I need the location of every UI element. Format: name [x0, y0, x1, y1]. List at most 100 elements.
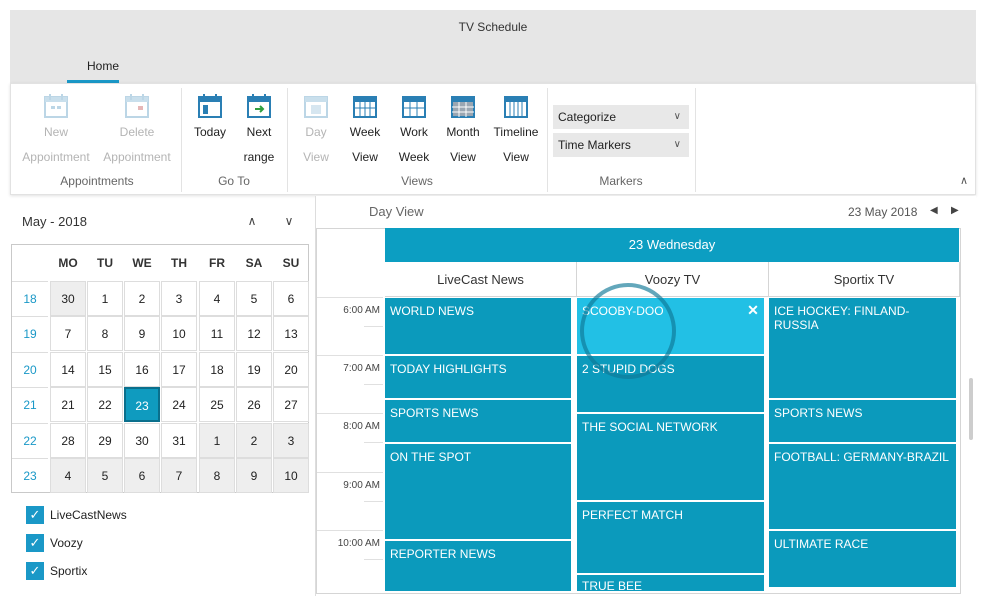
arrow-left-icon[interactable]: ◀ [930, 205, 938, 216]
day-view-button[interactable]: Day View [296, 92, 336, 170]
next-range-button[interactable]: Next range [237, 92, 281, 170]
calendar-day[interactable]: 30 [50, 281, 86, 316]
week-number: 20 [12, 352, 48, 387]
calendar-day[interactable]: 1 [87, 281, 123, 316]
calendar-day[interactable]: 11 [199, 316, 235, 351]
week-view-button[interactable]: Week View [344, 92, 386, 170]
calendar-day[interactable]: 12 [236, 316, 272, 351]
calendar-day[interactable]: 8 [199, 458, 235, 493]
calendar-day[interactable]: 4 [50, 458, 86, 493]
calendar-day[interactable]: 19 [236, 352, 272, 387]
calendar-today-icon [198, 94, 222, 118]
program-appointment[interactable]: THE SOCIAL NETWORK [577, 414, 766, 502]
calendar-day[interactable]: 21 [50, 387, 86, 422]
calendar-day[interactable]: 2 [236, 423, 272, 458]
calendar-day[interactable]: 6 [124, 458, 160, 493]
time-label: 7:00 AM [343, 363, 380, 374]
calendar-day[interactable]: 2 [124, 281, 160, 316]
checkbox-voozy[interactable]: ✓ [26, 534, 44, 552]
calendar-day-selected[interactable]: 23 [124, 387, 160, 422]
new-appointment-label-2: Appointment [22, 150, 90, 164]
calendar-day[interactable]: 9 [236, 458, 272, 493]
calendar-day[interactable]: 31 [161, 423, 197, 458]
calendar-day[interactable]: 18 [199, 352, 235, 387]
month-view-label-1: Month [446, 125, 480, 139]
window-title: TV Schedule [458, 20, 528, 34]
calendar-month-title[interactable]: May - 2018 [22, 214, 142, 229]
calendar-day[interactable]: 24 [161, 387, 197, 422]
program-appointment[interactable]: SPORTS NEWS [769, 400, 958, 444]
calendar-day[interactable]: 4 [199, 281, 235, 316]
program-appointment[interactable]: TODAY HIGHLIGHTS [385, 356, 573, 400]
calendar-day[interactable]: 8 [87, 316, 123, 351]
calendar-day[interactable]: 10 [273, 458, 309, 493]
hour-line [317, 355, 383, 356]
chevron-up-icon[interactable]: ∧ [244, 214, 260, 228]
program-appointment[interactable]: PERFECT MATCH [577, 502, 766, 575]
calendar-day[interactable]: 17 [161, 352, 197, 387]
calendar-day[interactable]: 20 [273, 352, 309, 387]
filter-label-livecastnews: LiveCastNews [50, 508, 127, 522]
half-hour-line [364, 384, 383, 385]
calendar-day[interactable]: 16 [124, 352, 160, 387]
delete-appointment-button[interactable]: Delete Appointment [100, 92, 174, 170]
calendar-day[interactable]: 30 [124, 423, 160, 458]
categorize-dropdown[interactable]: Categorize ∨ [553, 105, 689, 129]
calendar-day[interactable]: 29 [87, 423, 123, 458]
checkbox-sportix[interactable]: ✓ [26, 562, 44, 580]
time-markers-dropdown[interactable]: Time Markers ∨ [553, 133, 689, 157]
calendar-day[interactable]: 22 [87, 387, 123, 422]
work-week-button[interactable]: Work Week [393, 92, 435, 170]
calendar-day[interactable]: 26 [236, 387, 272, 422]
calendar-day[interactable]: 7 [161, 458, 197, 493]
calendar-day[interactable]: 9 [124, 316, 160, 351]
day-view-label-1: Day [305, 125, 327, 139]
time-label: 6:00 AM [343, 305, 380, 316]
calendar-day[interactable]: 5 [87, 458, 123, 493]
calendar-day[interactable]: 10 [161, 316, 197, 351]
timeline-view-button[interactable]: Timeline View [491, 92, 541, 170]
calendar-day[interactable]: 27 [273, 387, 309, 422]
calendar-day[interactable]: 25 [199, 387, 235, 422]
close-icon[interactable]: ✕ [746, 302, 760, 319]
program-appointment[interactable]: ON THE SPOT [385, 444, 573, 541]
hour-line [317, 297, 383, 298]
channel-header[interactable]: LiveCast News [385, 262, 577, 297]
week-number: 22 [12, 423, 48, 458]
hour-line [317, 530, 383, 531]
calendar-day[interactable]: 1 [199, 423, 235, 458]
calendar-day[interactable]: 3 [161, 281, 197, 316]
arrow-right-icon[interactable]: ▶ [951, 205, 959, 216]
calendar-day[interactable]: 3 [273, 423, 309, 458]
program-appointment[interactable]: WORLD NEWS [385, 298, 573, 356]
calendar-week-icon [353, 96, 377, 118]
program-appointment[interactable]: ULTIMATE RACE [769, 531, 958, 589]
hour-line [317, 413, 383, 414]
vertical-scrollbar[interactable] [969, 378, 973, 440]
calendar-day[interactable]: 7 [50, 316, 86, 351]
calendar-day[interactable]: 5 [236, 281, 272, 316]
program-appointment[interactable]: REPORTER NEWS [385, 541, 573, 593]
calendar-day[interactable]: 28 [50, 423, 86, 458]
checkbox-livecastnews[interactable]: ✓ [26, 506, 44, 524]
day-header[interactable]: 23 Wednesday [385, 228, 959, 262]
ribbon-collapse-icon[interactable]: ∧ [957, 174, 971, 188]
program-appointment[interactable]: FOOTBALL: GERMANY-BRAZIL [769, 444, 958, 531]
chevron-down-icon[interactable]: ∨ [281, 214, 297, 228]
calendar-day-icon [304, 96, 328, 118]
program-appointment[interactable]: TRUE BEE [577, 575, 766, 593]
channel-header[interactable]: Sportix TV [769, 262, 960, 297]
new-appointment-button[interactable]: New Appointment [19, 92, 93, 170]
calendar-day[interactable]: 14 [50, 352, 86, 387]
program-appointment[interactable]: ICE HOCKEY: FINLAND-RUSSIA [769, 298, 958, 400]
calendar-day[interactable]: 15 [87, 352, 123, 387]
month-calendar: MO TU WE TH FR SA SU 18 30 1 2 3 4 5 6 1… [11, 244, 309, 493]
today-button[interactable]: Today [189, 92, 231, 145]
program-appointment[interactable]: SPORTS NEWS [385, 400, 573, 444]
next-range-label-1: Next [246, 125, 272, 139]
month-view-button[interactable]: Month View [441, 92, 485, 170]
calendar-day[interactable]: 13 [273, 316, 309, 351]
calendar-day[interactable]: 6 [273, 281, 309, 316]
new-appointment-label-1: New [43, 125, 68, 139]
time-label: 10:00 AM [337, 538, 380, 549]
